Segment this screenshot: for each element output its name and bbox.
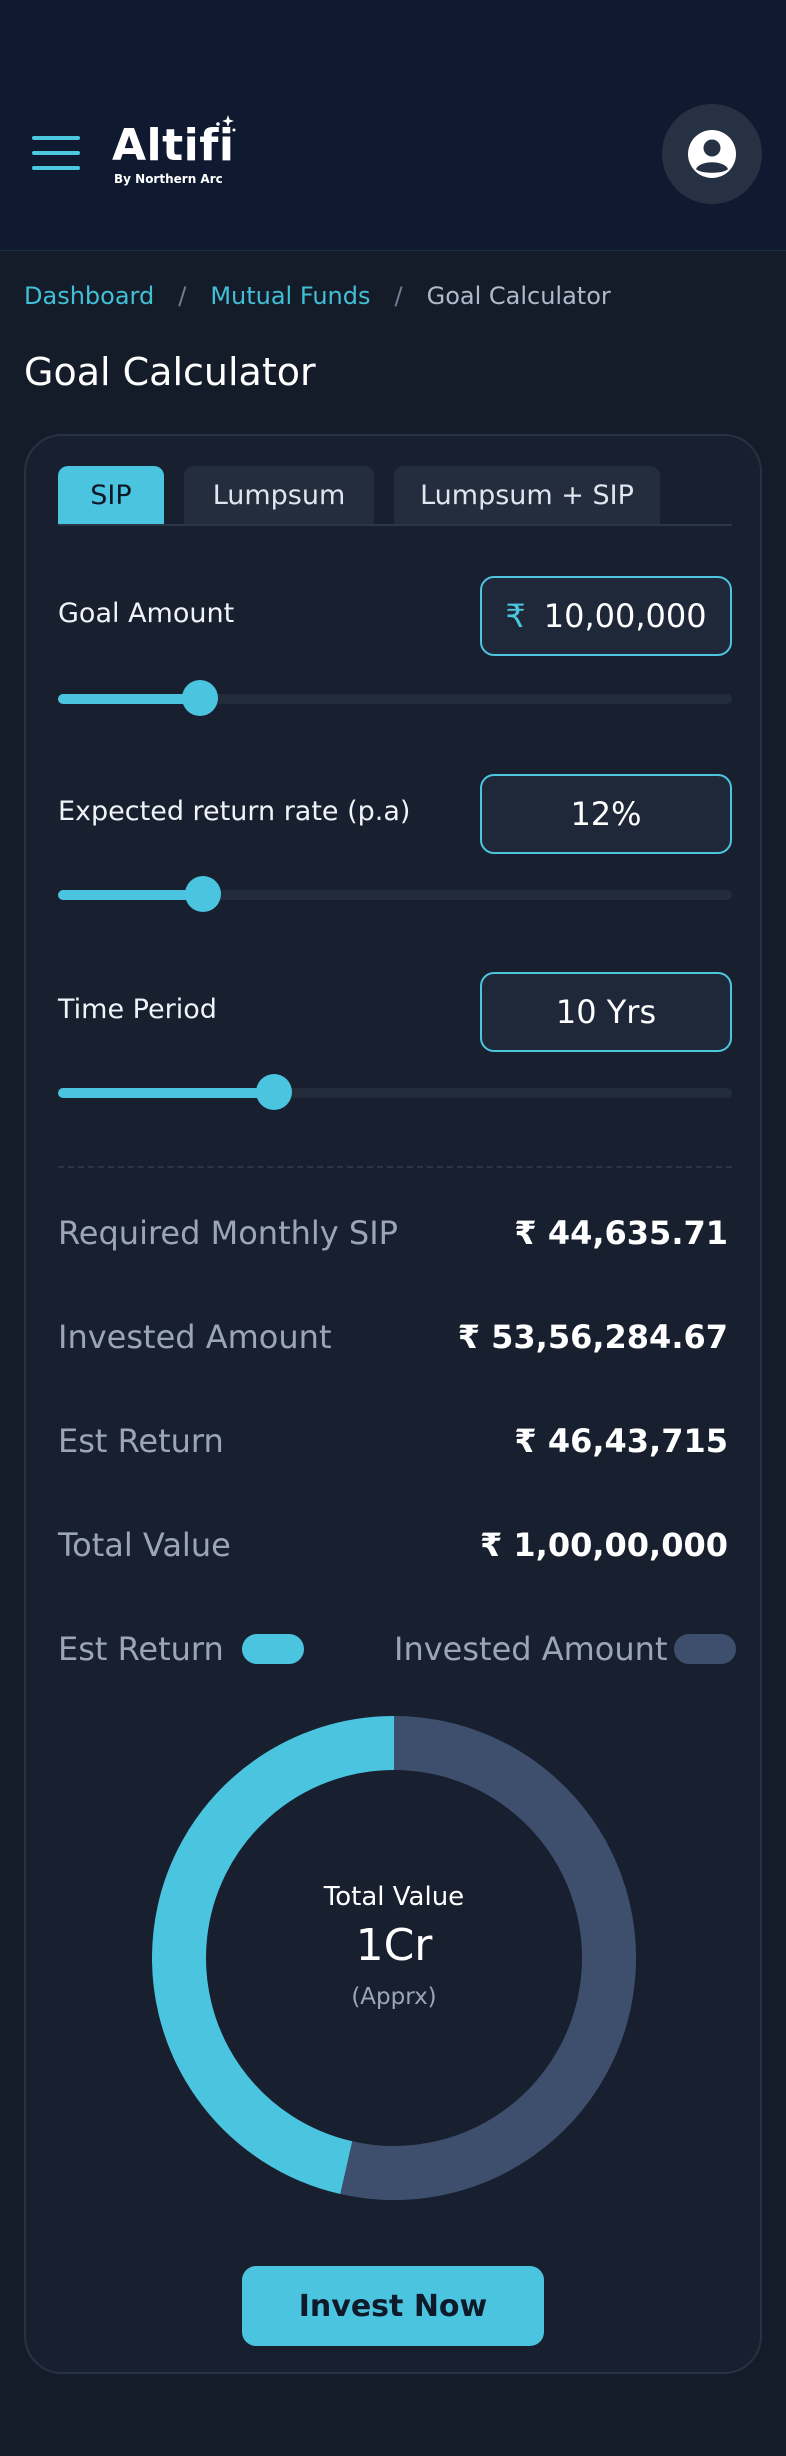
app-header: Altifi By Northern Arc [0, 0, 786, 251]
required-monthly-sip-label: Required Monthly SIP [58, 1214, 398, 1252]
est-return-label: Est Return [58, 1422, 224, 1460]
goal-amount-label: Goal Amount [58, 598, 235, 629]
invest-now-button[interactable]: Invest Now [242, 2266, 544, 2346]
invested-amount-label: Invested Amount [58, 1318, 332, 1356]
return-rate-slider[interactable] [58, 874, 732, 914]
hamburger-menu-icon[interactable] [32, 136, 80, 170]
breadcrumb-separator: / [394, 282, 403, 310]
tab-lumpsum[interactable]: Lumpsum [184, 466, 374, 524]
user-circle-icon [688, 130, 736, 178]
slider-thumb[interactable] [255, 1074, 292, 1110]
goal-amount-input[interactable]: ₹ 10,00,000 [480, 576, 732, 656]
donut-center: Total Value 1Cr (Apprx) [152, 1716, 636, 2200]
calculator-tabs: SIP Lumpsum Lumpsum + SIP [58, 466, 732, 526]
sparkle-icon [216, 115, 236, 132]
breadcrumb-mutual-funds[interactable]: Mutual Funds [210, 282, 370, 310]
breadcrumb-dashboard[interactable]: Dashboard [24, 282, 154, 310]
tab-lumpsum-sip[interactable]: Lumpsum + SIP [394, 466, 660, 524]
donut-approx-note: (Apprx) [351, 1984, 437, 2010]
return-rate-value: 12% [570, 795, 642, 833]
goal-amount-slider[interactable] [58, 678, 732, 718]
dashed-divider [58, 1166, 732, 1168]
slider-fill [58, 890, 203, 900]
time-period-label: Time Period [58, 994, 217, 1025]
breadcrumb-separator: / [178, 282, 187, 310]
total-value-label: Total Value [58, 1526, 231, 1564]
rupee-icon: ₹ [505, 597, 526, 635]
goal-amount-value: 10,00,000 [543, 597, 707, 635]
page-title: Goal Calculator [24, 350, 316, 394]
donut-title: Total Value [323, 1882, 465, 1912]
time-period-value: 10 Yrs [555, 993, 657, 1031]
legend-est-return-label: Est Return [58, 1630, 224, 1668]
legend-est-return-swatch [242, 1634, 304, 1664]
legend-invested-swatch [674, 1634, 736, 1664]
legend-invested-label: Invested Amount [394, 1630, 668, 1668]
breadcrumb: Dashboard / Mutual Funds / Goal Calculat… [24, 282, 611, 310]
slider-fill [58, 1088, 274, 1098]
total-value-value: ₹ 1,00,00,000 [480, 1526, 728, 1564]
slider-fill [58, 694, 200, 704]
est-return-value: ₹ 46,43,715 [514, 1422, 728, 1460]
return-rate-label: Expected return rate (p.a) [58, 796, 411, 827]
logo-subtext: By Northern Arc [114, 172, 223, 186]
slider-thumb[interactable] [184, 876, 221, 912]
slider-thumb[interactable] [181, 680, 218, 716]
time-period-input[interactable]: 10 Yrs [480, 972, 732, 1052]
altifi-logo[interactable]: Altifi By Northern Arc [112, 115, 236, 190]
donut-total-value: 1Cr [355, 1920, 433, 1971]
return-rate-input[interactable]: 12% [480, 774, 732, 854]
invested-amount-value: ₹ 53,56,284.67 [457, 1318, 728, 1356]
time-period-slider[interactable] [58, 1072, 732, 1112]
breadcrumb-current: Goal Calculator [426, 282, 611, 310]
required-monthly-sip-value: ₹ 44,635.71 [514, 1214, 728, 1252]
profile-avatar-button[interactable] [662, 104, 762, 204]
tab-sip[interactable]: SIP [58, 466, 164, 524]
calculator-card: SIP Lumpsum Lumpsum + SIP Goal Amount ₹ … [24, 434, 762, 2374]
